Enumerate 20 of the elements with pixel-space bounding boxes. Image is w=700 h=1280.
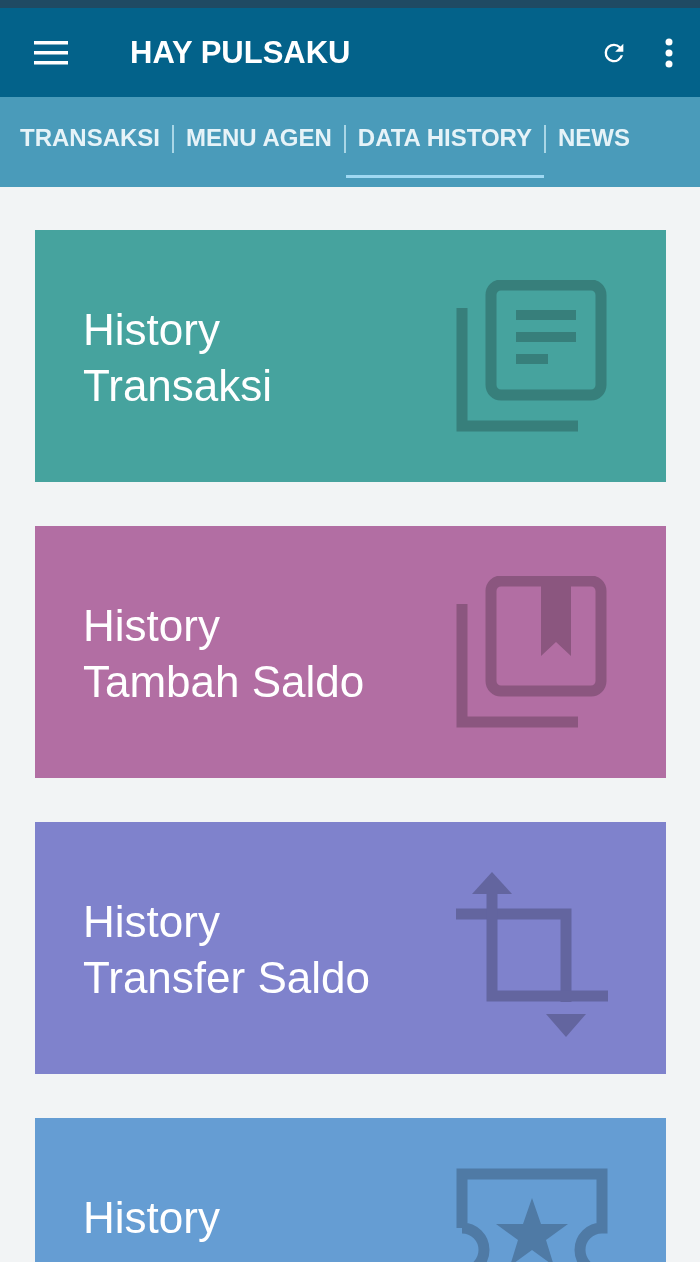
history-card[interactable]: History Transfer Saldo <box>35 822 666 1074</box>
crop-arrows-icon <box>456 872 608 1037</box>
card-label: Transaksi <box>83 360 273 412</box>
history-card[interactable]: History Transaksi <box>35 230 666 482</box>
tab[interactable]: TRANSAKSI <box>8 97 172 178</box>
document-stack-icon <box>456 280 608 432</box>
card-label: History <box>83 896 221 948</box>
history-card[interactable]: History <box>35 1118 666 1262</box>
tab[interactable]: NEWS <box>546 97 643 178</box>
card-label: Transfer Saldo <box>83 952 370 1004</box>
tab[interactable]: MENU AGEN <box>174 97 344 178</box>
card-label: Tambah Saldo <box>83 656 365 708</box>
card-label: History <box>83 1192 220 1244</box>
app-title: HAY PULSAKU <box>130 34 352 71</box>
card-label: History <box>83 304 221 356</box>
ticket-star-icon <box>456 1168 608 1262</box>
history-card[interactable]: History Tambah Saldo <box>35 526 666 778</box>
tab[interactable]: DATA HISTORY <box>345 97 545 178</box>
card-label: History <box>83 600 221 652</box>
bookmark-stack-icon <box>456 576 608 728</box>
